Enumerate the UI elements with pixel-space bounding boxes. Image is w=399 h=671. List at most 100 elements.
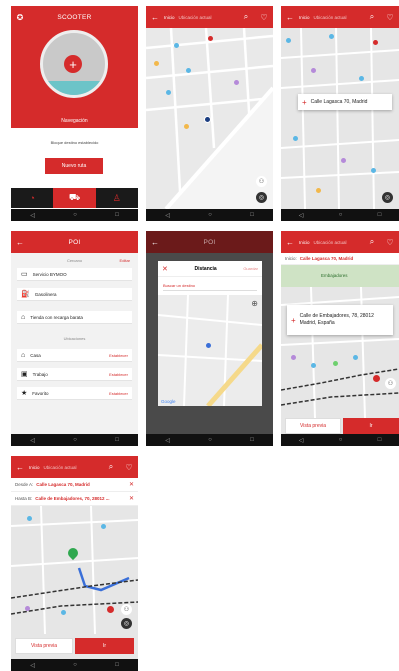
recents-icon[interactable]: □ <box>378 437 382 443</box>
map-poi[interactable] <box>311 363 316 368</box>
tab-route[interactable]: ⛟ <box>53 188 96 208</box>
add-icon[interactable]: + <box>291 316 296 325</box>
map-view[interactable]: ⚇ ◎ <box>11 506 138 634</box>
map-poi[interactable] <box>27 516 32 521</box>
save-button[interactable]: Guardar <box>243 266 258 271</box>
map-view[interactable]: ⚇ ◎ <box>146 28 273 209</box>
map-poi[interactable] <box>25 606 30 611</box>
recents-icon[interactable]: □ <box>250 212 254 218</box>
map-poi[interactable] <box>329 34 334 39</box>
preview-button[interactable]: Vista previa <box>15 638 73 654</box>
back-arrow-icon[interactable]: ← <box>11 463 29 472</box>
map-poi[interactable] <box>293 136 298 141</box>
back-icon[interactable]: ◁ <box>30 212 35 219</box>
search-icon[interactable]: ⌕ <box>363 237 381 247</box>
back-arrow-icon[interactable]: ← <box>281 238 299 247</box>
home-icon[interactable]: ○ <box>73 662 77 668</box>
home-icon[interactable]: ○ <box>208 212 212 218</box>
clear-icon[interactable]: ✕ <box>129 481 134 488</box>
back-icon[interactable]: ◁ <box>30 662 35 669</box>
app-logo-icon[interactable]: ✪ <box>11 13 29 22</box>
map-poi[interactable] <box>101 524 106 529</box>
back-icon[interactable]: ◁ <box>299 212 304 219</box>
home-icon[interactable]: ○ <box>73 212 77 218</box>
map-poi[interactable] <box>316 188 321 193</box>
route-to[interactable]: Ubicación actual <box>314 240 363 245</box>
layers-button[interactable]: ⚇ <box>121 604 132 615</box>
location-item-work[interactable]: ▣ Trabajo Establecer <box>17 368 132 381</box>
layers-button[interactable]: ⚇ <box>256 176 267 187</box>
home-icon[interactable]: ○ <box>339 437 343 443</box>
map-poi[interactable] <box>291 355 296 360</box>
route-to[interactable]: Ubicación actual <box>44 465 102 470</box>
back-arrow-icon[interactable]: ← <box>146 238 164 247</box>
map-poi[interactable] <box>371 168 376 173</box>
map-poi[interactable] <box>154 61 159 66</box>
map-poi[interactable] <box>61 610 66 615</box>
search-icon[interactable]: ⌕ <box>237 12 255 22</box>
go-button[interactable]: Ir <box>75 638 134 654</box>
map-poi[interactable] <box>341 158 346 163</box>
home-icon[interactable]: ○ <box>339 212 343 218</box>
map-poi[interactable] <box>353 355 358 360</box>
route-to[interactable]: Ubicación actual <box>314 15 363 20</box>
map-view[interactable]: Embajadores + Calle de Embajadores, 78, … <box>281 265 399 418</box>
tab-profile[interactable]: ♙ <box>96 188 138 208</box>
map-poi[interactable] <box>107 606 114 613</box>
route-from[interactable]: Inicio <box>164 15 175 20</box>
map-poi[interactable] <box>186 68 191 73</box>
clear-icon[interactable]: ✕ <box>129 495 134 502</box>
map-poi[interactable] <box>373 40 378 45</box>
favorite-icon[interactable]: ♡ <box>381 238 399 247</box>
back-icon[interactable]: ◁ <box>299 437 304 444</box>
start-field[interactable]: Inicio: Calle Lagasca 70, Madrid <box>281 253 399 265</box>
location-item-home[interactable]: ⌂ Casa Establecer <box>17 349 132 362</box>
origin-field[interactable]: Desde A: Calle Lagasca 70, Madrid ✕ <box>11 478 138 492</box>
dialog-map[interactable]: ⊕ Google <box>158 295 262 406</box>
destination-field[interactable]: Hasta B: Calle de Embajadores, 70, 28012… <box>11 492 138 506</box>
recents-icon[interactable]: □ <box>250 437 254 443</box>
favorite-icon[interactable]: ♡ <box>120 463 138 472</box>
back-arrow-icon[interactable]: ← <box>11 238 29 247</box>
new-route-button[interactable]: Nuevo ruta <box>45 158 103 174</box>
route-from[interactable]: Inicio <box>299 240 310 245</box>
zoom-in-icon[interactable]: ⊕ <box>251 299 258 308</box>
search-icon[interactable]: ⌕ <box>102 462 120 472</box>
favorite-icon[interactable]: ♡ <box>255 13 273 22</box>
search-icon[interactable]: ⌕ <box>363 12 381 22</box>
back-arrow-icon[interactable]: ← <box>281 13 299 22</box>
add-button[interactable]: + <box>64 55 82 73</box>
route-from[interactable]: Inicio <box>299 15 310 20</box>
locate-button[interactable]: ◎ <box>121 618 132 629</box>
route-to[interactable]: Ubicación actual <box>179 15 237 20</box>
map-poi[interactable] <box>286 38 291 43</box>
back-arrow-icon[interactable]: ← <box>146 13 164 22</box>
recents-icon[interactable]: □ <box>115 437 119 443</box>
preview-button[interactable]: Vista previa <box>285 418 341 434</box>
map-poi[interactable] <box>166 90 171 95</box>
poi-item-service[interactable]: ▭ Servicio BYMOO <box>17 268 132 281</box>
route-from[interactable]: Inicio <box>29 465 40 470</box>
map-poi[interactable] <box>373 375 380 382</box>
recents-icon[interactable]: □ <box>378 212 382 218</box>
location-item-favorite[interactable]: ★ Favorito Establecer <box>17 387 132 400</box>
tab-speed[interactable]: ◔ <box>11 188 53 208</box>
home-icon[interactable]: ○ <box>208 437 212 443</box>
set-link[interactable]: Establecer <box>109 391 128 396</box>
recents-icon[interactable]: □ <box>115 662 119 668</box>
back-icon[interactable]: ◁ <box>165 212 170 219</box>
map-poi[interactable] <box>359 76 364 81</box>
set-link[interactable]: Establecer <box>109 372 128 377</box>
map-poi[interactable] <box>184 124 189 129</box>
selected-address-card[interactable]: + Calle Lagasca 70, Madrid <box>298 94 392 110</box>
map-poi[interactable] <box>234 80 239 85</box>
map-poi[interactable] <box>174 43 179 48</box>
favorite-icon[interactable]: ♡ <box>381 13 399 22</box>
back-icon[interactable]: ◁ <box>30 437 35 444</box>
back-icon[interactable]: ◁ <box>165 437 170 444</box>
destination-input[interactable]: Buscar un destino <box>163 283 257 291</box>
go-button[interactable]: Ir <box>343 418 399 434</box>
locate-button[interactable]: ◎ <box>256 192 267 203</box>
map-poi[interactable] <box>208 36 213 41</box>
map-view[interactable]: + Calle Lagasca 70, Madrid ◎ <box>281 28 399 209</box>
